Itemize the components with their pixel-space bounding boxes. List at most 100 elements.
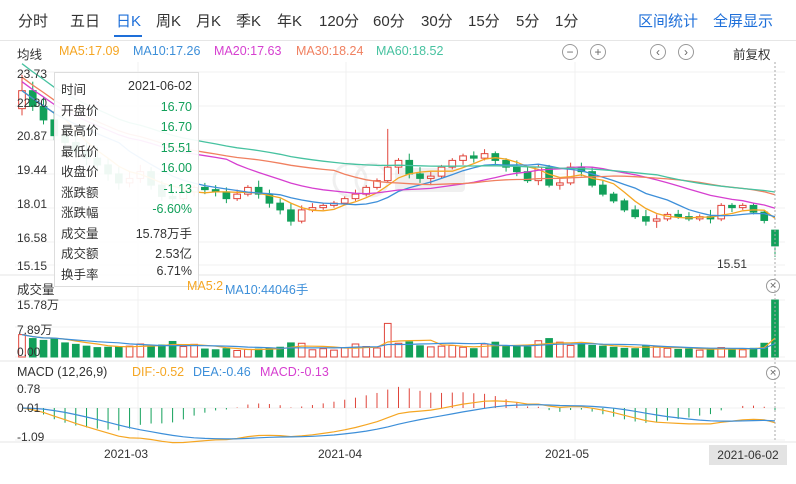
- macd-title: MACD (12,26,9): [17, 365, 108, 379]
- volume-bar: [631, 348, 639, 358]
- volume-bar: [652, 346, 661, 358]
- candle-body: [394, 159, 403, 168]
- volume-bar: [523, 346, 532, 358]
- candle-body: [201, 186, 209, 191]
- volume-bar: [512, 345, 521, 358]
- candle-body: [609, 193, 618, 202]
- volume-bar: [190, 343, 198, 358]
- volume-bar: [104, 346, 112, 358]
- volume-bar: [416, 345, 424, 358]
- candle-tooltip: 时间 2021-06-02 开盘价 16.70 最高价 16.70 最低价 15.51 收盘价 1…: [54, 72, 199, 287]
- volume-bar: [330, 349, 338, 358]
- macd-dif-value: DIF:-0.52: [132, 365, 185, 379]
- tooltip-row: 换手率 6.71%: [61, 264, 192, 284]
- volume-bar: [244, 348, 252, 358]
- tooltip-key: 成交量: [61, 226, 99, 241]
- tooltip-value: 16.00: [160, 161, 192, 175]
- tooltip-key: 最低价: [61, 144, 99, 159]
- price-axis-label: 20.87: [17, 129, 48, 143]
- volume-bar: [39, 339, 48, 358]
- tooltip-key: 收盘价: [61, 165, 99, 179]
- volume-bar: [50, 338, 59, 358]
- price-axis-label: 19.44: [17, 163, 48, 177]
- tooltip-key: 换手率: [61, 267, 99, 282]
- volume-bar: [771, 299, 779, 358]
- candle-body: [556, 182, 564, 186]
- volume-bar: [459, 346, 467, 358]
- volume-bar: [114, 346, 123, 358]
- volume-bar: [233, 349, 241, 358]
- volume-bar: [394, 342, 403, 358]
- candle-body: [674, 213, 683, 218]
- candle-body: [351, 193, 360, 200]
- tooltip-key: 成交额: [61, 247, 99, 261]
- candle-body: [287, 209, 295, 222]
- tooltip-value: -6.60%: [152, 202, 192, 216]
- volume-bar: [179, 346, 188, 358]
- tooltip-key: 时间: [61, 83, 87, 97]
- tooltip-value: 2.53亿: [155, 247, 192, 261]
- volume-bar: [373, 347, 381, 358]
- tooltip-row: 涨跌幅 -6.60%: [61, 202, 192, 222]
- volume-bar: [125, 345, 134, 358]
- candle-body: [276, 202, 285, 211]
- tooltip-value: 15.78万手: [135, 226, 192, 241]
- volume-bar: [749, 347, 758, 358]
- candle-body: [459, 155, 467, 161]
- volume-bar: [297, 342, 306, 358]
- volume-axis-label: 15.78万: [17, 298, 60, 312]
- price-axis-label: 16.58: [17, 231, 48, 245]
- candle-body: [738, 204, 747, 209]
- volume-bar: [620, 347, 629, 358]
- macd-dea-line: [21, 404, 776, 440]
- volume-bar: [351, 343, 360, 358]
- volume-bar: [695, 349, 704, 358]
- macd-axis-label: 0.78: [17, 382, 41, 396]
- volume-bar: [534, 340, 543, 358]
- macd-dea-value: DEA:-0.46: [193, 365, 251, 379]
- volume-bar: [728, 348, 736, 358]
- volume-bar: [287, 342, 295, 358]
- tooltip-value: 6.71%: [156, 263, 192, 278]
- candle-body: [233, 193, 241, 200]
- candle-body: [426, 175, 435, 179]
- volume-bar: [82, 345, 91, 358]
- tooltip-value: -1.13: [163, 181, 193, 196]
- date-axis-label: 2021-03: [104, 447, 149, 461]
- volume-bar: [147, 345, 155, 358]
- candle-body: [297, 209, 306, 222]
- volume-bar: [566, 344, 575, 358]
- volume-bar: [426, 346, 435, 358]
- crosshair-date-label: 2021-06-02: [709, 445, 787, 465]
- tooltip-key: 涨跌额: [61, 185, 99, 200]
- volume-bar: [674, 348, 683, 358]
- volume-axis-label: 0.00: [17, 345, 41, 359]
- tooltip-value: 16.70: [160, 99, 192, 114]
- volume-bar: [168, 340, 177, 358]
- price-axis-label: 23.73: [17, 67, 48, 81]
- volume-ma5-value: MA5:2: [187, 279, 224, 293]
- candle-body: [383, 166, 392, 182]
- macd-axis-label: -1.09: [17, 430, 45, 444]
- candle-body: [631, 209, 639, 218]
- tooltip-row: 成交额 2.53亿: [61, 243, 192, 263]
- volume-close-icon[interactable]: ×: [766, 279, 780, 293]
- volume-bar: [71, 343, 80, 358]
- volume-bar: [609, 346, 618, 358]
- candle-body: [222, 191, 231, 200]
- candle-body: [469, 155, 478, 159]
- volume-bar: [93, 347, 102, 358]
- candle-body: [652, 218, 661, 222]
- price-axis-label: 22.30: [17, 96, 48, 110]
- macd-value: MACD:-0.13: [260, 365, 329, 379]
- volume-bar: [340, 347, 349, 358]
- candle-body: [599, 184, 607, 195]
- macd-close-icon[interactable]: ×: [766, 366, 780, 380]
- candle-body: [749, 204, 758, 213]
- tooltip-key: 涨跌幅: [61, 206, 99, 220]
- tooltip-row: 最低价 15.51: [61, 141, 192, 161]
- candle-body: [512, 166, 521, 173]
- tooltip-value: 15.51: [160, 140, 192, 155]
- volume-bar: [211, 349, 220, 358]
- volume-bar: [383, 322, 392, 358]
